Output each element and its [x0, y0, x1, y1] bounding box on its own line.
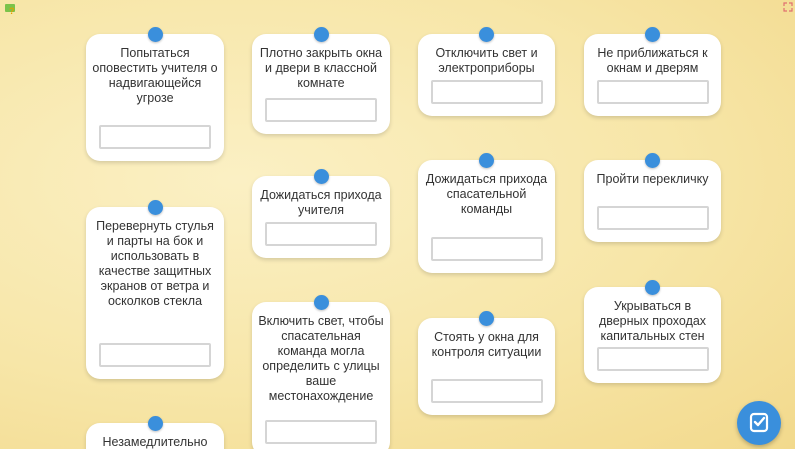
answer-field[interactable]	[265, 420, 377, 444]
card-doorways[interactable]: Укрываться в дверных проходах капитальны…	[584, 280, 721, 383]
connector-dot[interactable]	[313, 169, 329, 184]
connector-dot[interactable]	[479, 311, 494, 326]
card-text: Включить свет, чтобы спасательная команд…	[258, 314, 384, 403]
card-text: Укрываться в дверных проходах капитальны…	[598, 299, 707, 343]
answer-field[interactable]	[99, 125, 211, 149]
card-text: Плотно закрыть окна и двери в классной к…	[259, 46, 383, 90]
exercise-board: ? Попытаться оповестить учителя о надвиг…	[0, 0, 795, 449]
connector-dot[interactable]	[645, 153, 660, 168]
card-wait-teacher[interactable]: Дожидаться прихода учителя	[252, 169, 390, 258]
answer-field[interactable]	[596, 80, 709, 104]
card-text: Дожидаться прихода учителя	[260, 188, 382, 217]
card-immediately[interactable]: Незамедлительно	[86, 416, 224, 449]
card-close-windows[interactable]: Плотно закрыть окна и двери в классной к…	[252, 27, 390, 134]
answer-field[interactable]	[265, 222, 377, 246]
connector-dot[interactable]	[479, 27, 494, 42]
card-notify-teacher[interactable]: Попытаться оповестить учителя о надвигаю…	[86, 27, 224, 161]
card-turn-furniture[interactable]: Перевернуть стулья и парты на бок и испо…	[86, 200, 224, 379]
card-text: Попытаться оповестить учителя о надвигаю…	[92, 46, 218, 105]
connector-dot[interactable]	[479, 153, 494, 168]
connector-dot[interactable]	[147, 416, 163, 431]
answer-field[interactable]	[596, 347, 709, 371]
card-text: Незамедлительно	[102, 435, 208, 449]
card-text: Перевернуть стулья и парты на бок и испо…	[96, 219, 214, 308]
card-avoid-windows[interactable]: Не приближаться к окнам и дверям	[584, 27, 721, 116]
card-turn-off-power[interactable]: Отключить свет и электроприборы	[418, 27, 555, 116]
connector-dot[interactable]	[645, 280, 660, 295]
card-text: Пройти перекличку	[596, 172, 709, 186]
answer-field[interactable]	[596, 206, 709, 230]
connector-dot[interactable]	[147, 27, 163, 42]
answer-field[interactable]	[430, 379, 543, 403]
card-text: Отключить свет и электроприборы	[435, 46, 538, 75]
connector-dot[interactable]	[147, 200, 163, 215]
check-icon	[749, 412, 769, 433]
svg-text:?: ?	[9, 6, 15, 15]
answer-field[interactable]	[430, 80, 543, 104]
card-text: Стоять у окна для контроля ситуации	[431, 330, 542, 359]
card-text: Дожидаться прихода спасательной команды	[425, 172, 548, 216]
connector-dot[interactable]	[645, 27, 660, 42]
connector-dot[interactable]	[313, 27, 329, 42]
help-icon[interactable]: ?	[4, 3, 18, 15]
card-stand-at-window[interactable]: Стоять у окна для контроля ситуации	[418, 311, 555, 415]
card-wait-rescue[interactable]: Дожидаться прихода спасательной команды	[418, 153, 555, 273]
fullscreen-icon[interactable]	[783, 2, 793, 12]
answer-field[interactable]	[430, 237, 543, 261]
answer-field[interactable]	[99, 343, 211, 367]
card-roll-call[interactable]: Пройти перекличку	[584, 153, 721, 242]
check-answers-button[interactable]	[737, 401, 781, 445]
card-text: Не приближаться к окнам и дверям	[597, 46, 708, 75]
card-turn-on-light[interactable]: Включить свет, чтобы спасательная команд…	[252, 295, 390, 449]
connector-dot[interactable]	[313, 295, 329, 310]
answer-field[interactable]	[265, 98, 377, 122]
